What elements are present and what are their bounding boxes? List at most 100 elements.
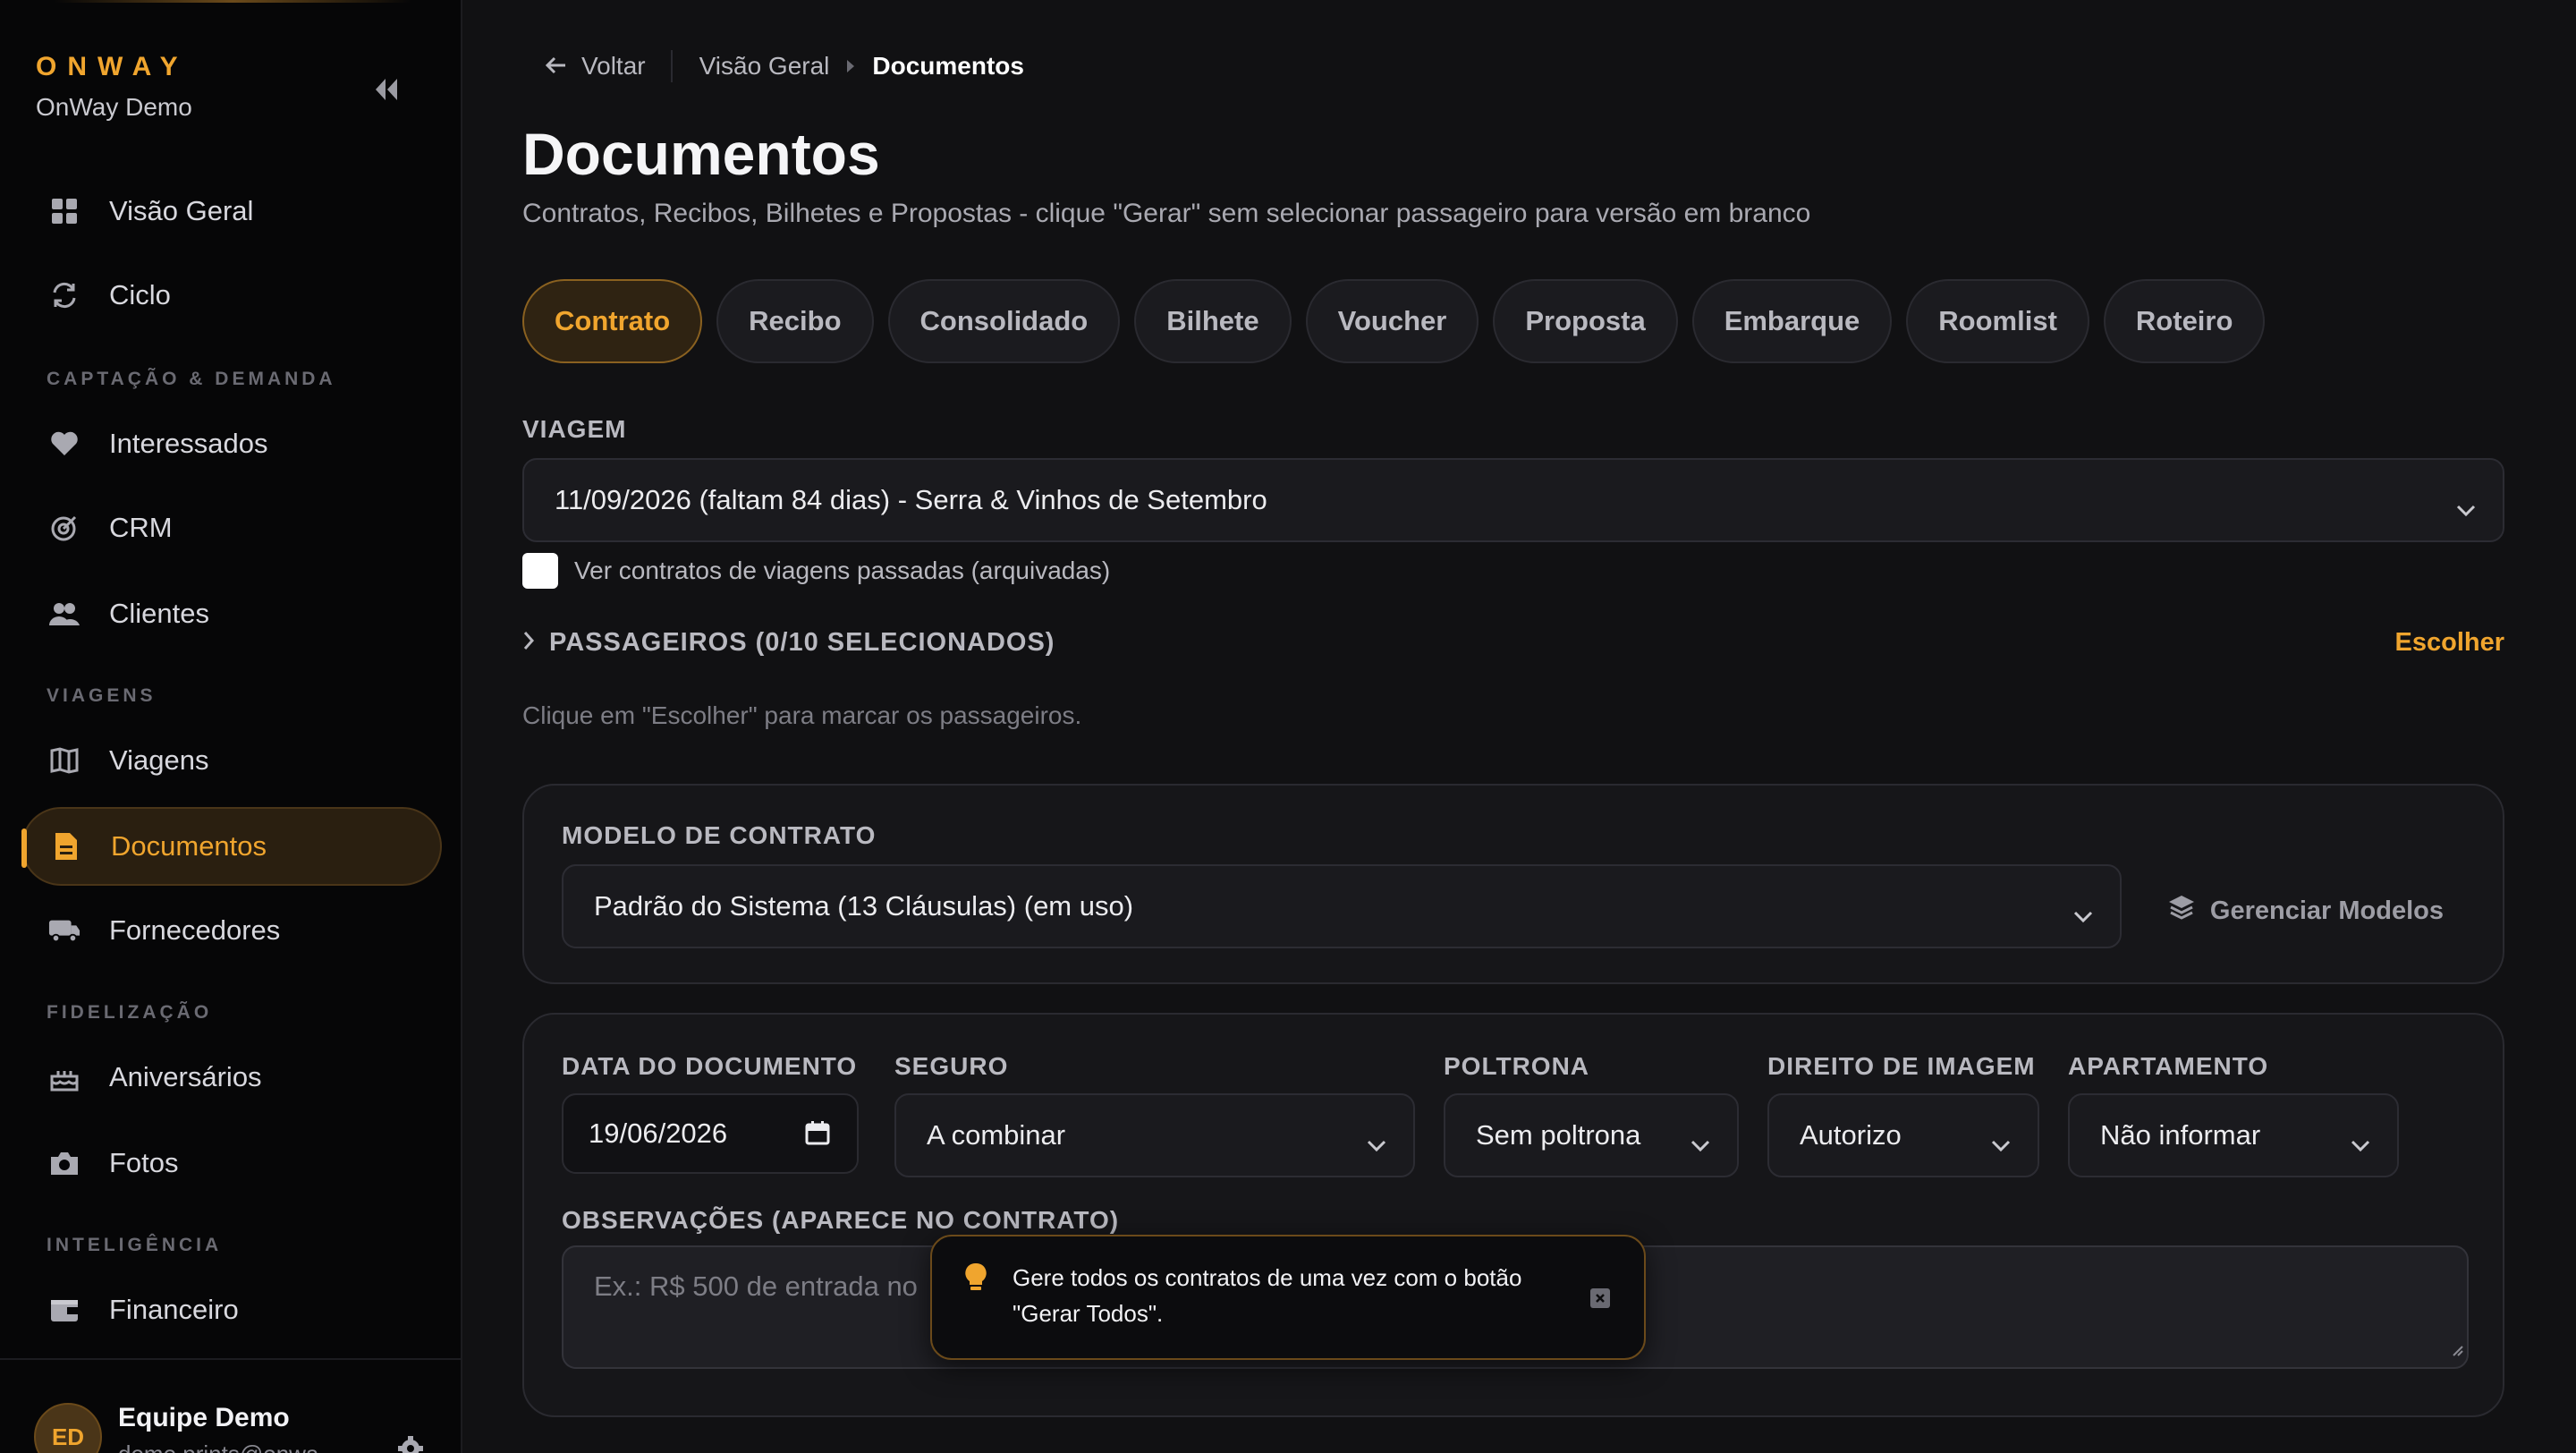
passengers-title[interactable]: PASSAGEIROS (0/10 SELECIONADOS): [549, 628, 1055, 658]
document-icon: [50, 830, 82, 862]
sidebar-item-label: Clientes: [109, 598, 209, 629]
sidebar-item-label: Documentos: [111, 830, 267, 862]
trip-select-value: 11/09/2026 (faltam 84 dias) - Serra & Vi…: [555, 484, 1267, 515]
tip-toast: Gere todos os contratos de uma vez com o…: [930, 1235, 1646, 1360]
sidebar-item-fotos[interactable]: Fotos: [21, 1124, 442, 1202]
gear-icon[interactable]: [397, 1435, 428, 1453]
contract-model-card: MODELO DE CONTRATO Padrão do Sistema (13…: [522, 784, 2504, 984]
bus-icon: [48, 914, 80, 947]
sidebar-item-label: Financeiro: [109, 1294, 239, 1325]
grid-icon: [48, 195, 80, 227]
sidebar-item-aniversarios[interactable]: Aniversários: [21, 1038, 442, 1117]
sidebar-item-interessados[interactable]: Interessados: [21, 404, 442, 483]
sidebar-top-accent: [54, 0, 411, 3]
collapse-sidebar-button[interactable]: [369, 73, 404, 106]
insurance-label: SEGURO: [894, 1052, 1009, 1080]
camera-icon: [48, 1147, 80, 1179]
user-area: ED Equipe Demo demo.prints@onwa: [0, 1358, 462, 1453]
avatar[interactable]: ED: [34, 1403, 102, 1453]
lightbulb-icon: [962, 1262, 989, 1298]
sidebar-item-fornecedores[interactable]: Fornecedores: [21, 891, 442, 970]
section-label-viagens: VIAGENS: [47, 685, 157, 706]
contract-model-select[interactable]: Padrão do Sistema (13 Cláusulas) (em uso…: [562, 864, 2122, 948]
refresh-icon: [48, 279, 80, 311]
chevron-down-icon: [1367, 1127, 1386, 1160]
arrow-left-icon: [545, 52, 567, 81]
sidebar-item-label: Fotos: [109, 1147, 179, 1178]
trip-label: VIAGEM: [522, 415, 627, 443]
sidebar-item-label: Interessados: [109, 428, 268, 459]
image-rights-value: Autorizo: [1800, 1119, 1902, 1151]
tab-roomlist[interactable]: Roomlist: [1906, 279, 2089, 363]
apartment-value: Não informar: [2100, 1119, 2261, 1151]
sidebar-item-documentos[interactable]: Documentos: [21, 807, 442, 886]
breadcrumb-parent[interactable]: Visão Geral: [699, 52, 830, 81]
chevron-down-icon: [2456, 492, 2476, 524]
sidebar-item-clientes[interactable]: Clientes: [21, 574, 442, 653]
double-chevron-left-icon: [376, 79, 397, 100]
heart-icon: [48, 428, 80, 460]
tab-embarque[interactable]: Embarque: [1691, 279, 1893, 363]
archived-checkbox-label: Ver contratos de viagens passadas (arqui…: [574, 557, 1111, 584]
document-date-input[interactable]: 19/06/2026: [562, 1093, 859, 1174]
section-label-fidelizacao: FIDELIZAÇÃO: [47, 1002, 213, 1023]
trip-select[interactable]: 11/09/2026 (faltam 84 dias) - Serra & Vi…: [522, 458, 2504, 542]
tab-roteiro[interactable]: Roteiro: [2103, 279, 2266, 363]
sidebar-item-label: Ciclo: [109, 279, 171, 310]
tab-contrato[interactable]: Contrato: [522, 279, 703, 363]
sidebar-item-visao-geral[interactable]: Visão Geral: [21, 172, 442, 251]
sidebar-item-crm[interactable]: CRM: [21, 489, 442, 567]
sidebar-item-label: CRM: [109, 512, 173, 543]
choose-passengers-button[interactable]: Escolher: [2395, 628, 2505, 658]
document-tabs: Contrato Recibo Consolidado Bilhete Vouc…: [522, 279, 2266, 363]
sidebar-item-financeiro[interactable]: Financeiro: [21, 1270, 442, 1349]
calendar-icon[interactable]: [805, 1120, 830, 1152]
target-icon: [48, 512, 80, 544]
sidebar-item-label: Fornecedores: [109, 914, 281, 946]
chevron-down-icon: [2351, 1127, 2370, 1160]
chevron-down-icon: [1991, 1127, 2011, 1160]
tab-recibo[interactable]: Recibo: [716, 279, 874, 363]
manage-models-button[interactable]: Gerenciar Modelos: [2167, 893, 2444, 929]
brand-logo: ONWAY: [36, 52, 189, 81]
sidebar: ONWAY OnWay Demo Visão Geral Ciclo CAPTA…: [0, 0, 462, 1453]
back-label: Voltar: [581, 52, 646, 80]
image-rights-label: DIREITO DE IMAGEM: [1767, 1052, 2036, 1080]
tab-consolidado[interactable]: Consolidado: [887, 279, 1121, 363]
passengers-hint: Clique em "Escolher" para marcar os pass…: [522, 701, 1082, 729]
breadcrumb: Voltar Visão Geral Documentos: [522, 50, 1024, 82]
archived-trips-toggle[interactable]: Ver contratos de viagens passadas (arqui…: [522, 553, 1110, 589]
chevron-down-icon: [2073, 898, 2093, 930]
section-label-captacao: CAPTAÇÃO & DEMANDA: [47, 369, 336, 389]
org-name: OnWay Demo: [36, 93, 192, 121]
map-icon: [48, 744, 80, 777]
cake-icon: [48, 1061, 80, 1093]
sidebar-item-viagens[interactable]: Viagens: [21, 721, 442, 800]
resize-grip-icon[interactable]: [2449, 1331, 2463, 1364]
tab-voucher[interactable]: Voucher: [1305, 279, 1479, 363]
apartment-label: APARTAMENTO: [2068, 1052, 2269, 1080]
archived-checkbox[interactable]: [522, 553, 558, 589]
image-rights-select[interactable]: Autorizo: [1767, 1093, 2039, 1177]
sidebar-item-label: Visão Geral: [109, 195, 254, 226]
insurance-value: A combinar: [927, 1119, 1066, 1151]
contract-model-value: Padrão do Sistema (13 Cláusulas) (em uso…: [594, 890, 1134, 922]
contract-model-label: MODELO DE CONTRATO: [562, 821, 877, 849]
apartment-select[interactable]: Não informar: [2068, 1093, 2399, 1177]
document-date-value: 19/06/2026: [589, 1117, 728, 1149]
seat-select[interactable]: Sem poltrona: [1444, 1093, 1739, 1177]
tab-proposta[interactable]: Proposta: [1493, 279, 1678, 363]
tab-bilhete[interactable]: Bilhete: [1134, 279, 1292, 363]
breadcrumb-current: Documentos: [872, 52, 1024, 80]
sidebar-item-label: Viagens: [109, 744, 209, 776]
close-icon[interactable]: [1590, 1288, 1610, 1308]
brand: ONWAY OnWay Demo: [36, 52, 192, 122]
document-date-label: DATA DO DOCUMENTO: [562, 1052, 858, 1080]
chevron-right-icon[interactable]: [522, 631, 535, 655]
chevron-down-icon: [1690, 1127, 1710, 1160]
sidebar-item-ciclo[interactable]: Ciclo: [21, 256, 442, 335]
user-name: Equipe Demo: [118, 1403, 290, 1432]
back-button[interactable]: Voltar: [522, 50, 673, 82]
insurance-select[interactable]: A combinar: [894, 1093, 1415, 1177]
section-label-inteligencia: INTELIGÊNCIA: [47, 1235, 223, 1255]
